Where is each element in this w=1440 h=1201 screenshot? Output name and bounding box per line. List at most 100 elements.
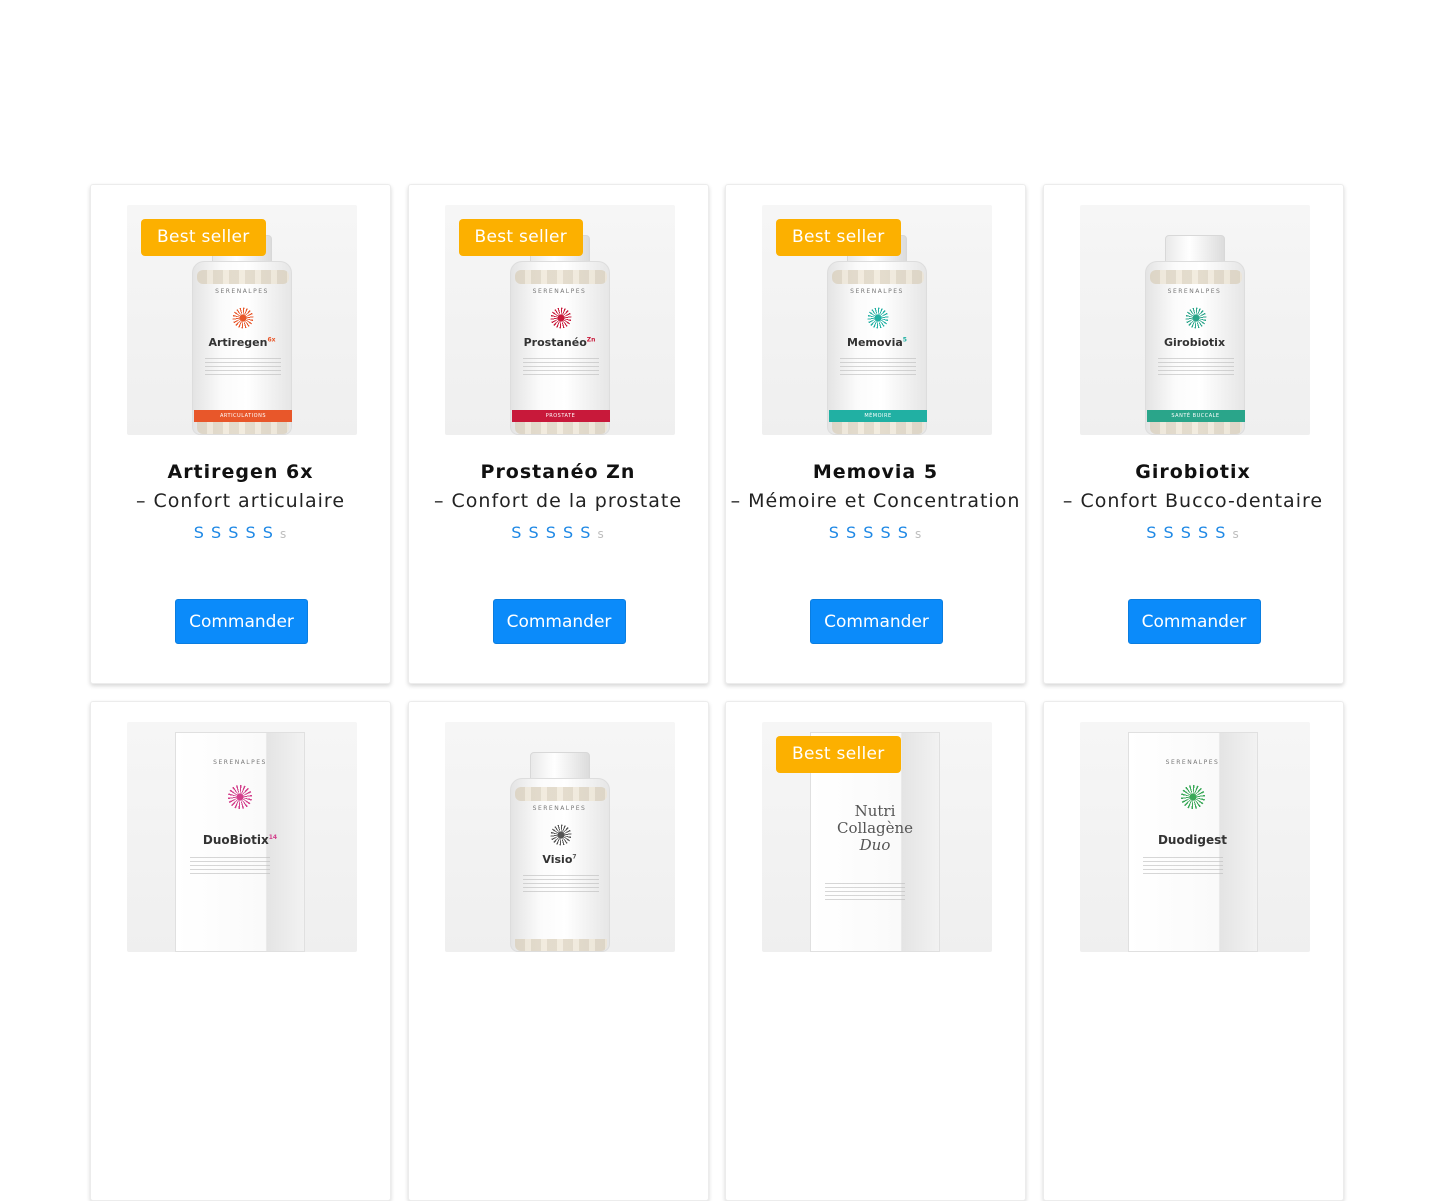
product-card: SERENALPESNutriCollagèneDuoBest seller — [725, 701, 1026, 1201]
product-image[interactable]: SERENALPES Duodigest — [1079, 722, 1310, 952]
product-bottle: SERENALPES ProstanéoZn PROSTATE — [509, 235, 610, 435]
bottle-cap — [1164, 235, 1225, 263]
order-button[interactable]: Commander — [492, 599, 626, 644]
capsules-top — [197, 270, 289, 284]
pack-stripe: MÉMOIRE — [829, 410, 927, 422]
product-subtitle: – Confort de la prostate — [433, 490, 683, 512]
product-card: SERENALPES ProstanéoZn PROSTATE Best seller… — [407, 184, 709, 684]
pack-description — [1157, 358, 1234, 376]
brand-logo-icon — [226, 783, 254, 811]
brand-logo-icon — [866, 306, 890, 330]
product-card: SERENALPES DuoBiotix14 — [90, 701, 391, 1201]
rating-star-icon: S — [1146, 523, 1158, 542]
product-image[interactable]: SERENALPES DuoBiotix14 — [127, 722, 357, 952]
pack-name-line: Duo — [859, 836, 891, 854]
pack-name: Artiregen6x — [208, 336, 276, 349]
capsules-bottom — [514, 422, 607, 434]
product-subtitle: – Mémoire et Concentration — [730, 490, 1021, 512]
rating-star-icon: S — [1163, 523, 1175, 542]
pack-sup: 5 — [902, 336, 907, 344]
brand-logo-icon — [548, 306, 573, 330]
rating-star-icon: S — [845, 523, 858, 542]
pack-name-line: Nutri — [854, 802, 896, 820]
rating-star-icon: S — [1215, 523, 1227, 542]
pack-sup: 6x — [267, 336, 276, 344]
pack-description — [205, 358, 281, 376]
brand-logo-icon — [1178, 783, 1207, 811]
pack-name: Duodigest — [1157, 833, 1228, 847]
capsules-bottom — [514, 939, 607, 951]
order-button[interactable]: Commander — [810, 599, 943, 644]
brand-name: SERENALPES — [532, 805, 587, 812]
rating-star-icon: S — [528, 523, 540, 542]
rating-star-icon: S — [863, 523, 875, 542]
product-bottle: SERENALPES Visio7 — [509, 752, 610, 952]
pack-description — [522, 358, 599, 376]
rating-stars: S S S S S s — [91, 523, 390, 542]
brand-logo-icon — [1183, 306, 1208, 330]
pack-description — [1142, 857, 1223, 875]
rating-star-icon: S — [228, 523, 240, 542]
rating-star-empty-icon: s — [914, 527, 923, 541]
capsules-bottom — [1149, 422, 1242, 434]
pack-name-line: Collagène — [836, 819, 914, 837]
capsules-top — [1149, 270, 1242, 284]
product-image[interactable]: SERENALPES Girobiotix SANTÉ BUCCALE — [1079, 205, 1310, 435]
best-seller-badge: Best seller — [776, 736, 901, 773]
product-grid: SERENALPES Artiregen6x ARTICULATIONS Best s… — [90, 184, 1344, 1201]
product-title[interactable]: Memovia 5 — [726, 461, 1025, 483]
brand-name: SERENALPES — [213, 759, 267, 766]
rating-stars: S S S S S s — [1044, 523, 1343, 542]
rating-star-icon: S — [511, 523, 523, 542]
rating-star-icon: S — [897, 523, 909, 542]
product-subtitle: – Confort articulaire — [135, 490, 346, 512]
pack-stripe: SANTÉ BUCCALE — [1146, 410, 1245, 422]
rating-star-icon: S — [880, 523, 892, 542]
rating-star-icon: S — [262, 523, 274, 542]
product-title[interactable]: Prostanéo Zn — [409, 461, 708, 483]
pack-name: DuoBiotix14 — [202, 833, 278, 847]
rating-star-icon: S — [210, 523, 223, 542]
rating-star-empty-icon: s — [1232, 527, 1240, 541]
rating-star-icon: S — [562, 523, 575, 542]
product-box: SERENALPES DuoBiotix14 — [175, 732, 305, 952]
capsules-top — [832, 270, 924, 284]
product-card: SERENALPES Duodigest — [1042, 701, 1344, 1201]
brand-logo-icon — [231, 306, 255, 330]
best-seller-badge: Best seller — [776, 219, 901, 256]
pack-name: Visio7 — [542, 853, 577, 866]
rating-star-icon: S — [1180, 523, 1192, 542]
bottle-cap — [529, 752, 590, 780]
pack-name: Nutri Collagène Duo — [811, 803, 939, 854]
rating-stars: S S S S S s — [726, 523, 1025, 542]
product-image[interactable]: SERENALPES Visio7 — [444, 722, 675, 952]
product-title[interactable]: Girobiotix — [1044, 461, 1343, 483]
order-button[interactable]: Commander — [1127, 599, 1261, 644]
capsules-bottom — [197, 422, 289, 434]
pack-sup: Zn — [586, 336, 596, 344]
pack-stripe: ARTICULATIONS — [194, 410, 292, 422]
rating-star-icon: S — [545, 523, 557, 542]
product-title[interactable]: Artiregen 6x — [91, 461, 390, 483]
rating-stars: S S S S S s — [409, 523, 708, 542]
brand-logo-icon — [548, 823, 573, 847]
brand-name: SERENALPES — [1167, 288, 1222, 295]
brand-name: SERENALPES — [850, 288, 904, 295]
bottle-label: SERENALPES Artiregen6x ARTICULATIONS — [192, 261, 292, 435]
product-bottle: SERENALPES Memovia5 MÉMOIRE — [827, 235, 927, 435]
product-card: SERENALPES Visio7 — [407, 701, 709, 1201]
rating-star-icon: S — [1197, 523, 1210, 542]
pack-name: Memovia5 — [847, 336, 907, 349]
pack-description — [840, 358, 916, 376]
bottle-label: SERENALPES Visio7 — [509, 778, 610, 952]
order-button[interactable]: Commander — [175, 599, 308, 644]
product-card: SERENALPES Memovia5 MÉMOIRE Best seller Memo… — [725, 184, 1026, 684]
brand-name: SERENALPES — [1165, 759, 1220, 766]
product-subtitle: – Confort Bucco-dentaire — [1062, 490, 1324, 512]
capsules-bottom — [832, 422, 924, 434]
pack-description — [190, 857, 270, 875]
pack-description — [825, 883, 905, 901]
product-card: SERENALPES Girobiotix SANTÉ BUCCALE Girobio… — [1042, 184, 1344, 684]
pack-sup: 7 — [572, 853, 577, 861]
brand-name: SERENALPES — [215, 288, 269, 295]
